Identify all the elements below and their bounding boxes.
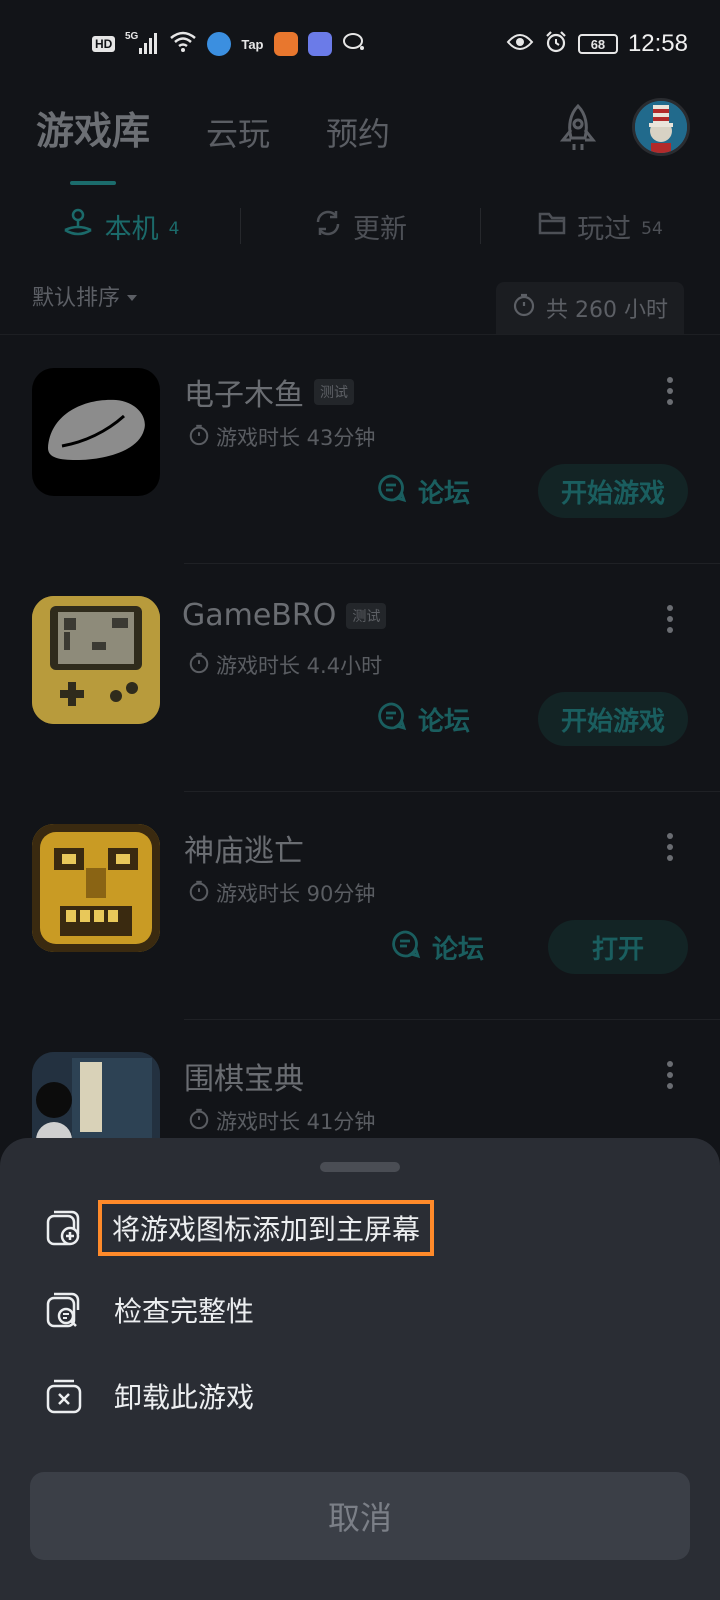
sheet-handle[interactable]	[320, 1162, 400, 1172]
add-to-home-icon	[44, 1208, 84, 1248]
sort-label: 默认排序	[32, 286, 121, 311]
game-title: 围棋宝典	[184, 1054, 304, 1098]
more-options-icon[interactable]	[662, 1058, 678, 1092]
cancel-button[interactable]: 取消	[30, 1472, 690, 1560]
more-options-icon[interactable]	[662, 602, 678, 636]
joystick-icon	[61, 206, 95, 247]
game-name: 电子木鱼	[184, 378, 304, 413]
app-icon-blue	[207, 32, 232, 56]
game-title: GameBRO 测试	[182, 598, 387, 633]
app-icon-orange	[273, 32, 298, 56]
battery-icon: 68	[577, 34, 618, 54]
game-icon-wooden-fish[interactable]	[32, 368, 160, 496]
beta-tag: 测试	[314, 379, 354, 405]
game-name: 围棋宝典	[184, 1062, 304, 1097]
option-label: 检查完整性	[114, 1295, 255, 1328]
status-right: 68 12:58	[506, 30, 688, 58]
refresh-icon	[313, 208, 343, 245]
game-title: 电子木鱼 测试	[184, 370, 354, 414]
forum-label: 论坛	[418, 706, 471, 737]
tab-reservations[interactable]: 预约	[326, 109, 390, 155]
start-game-button[interactable]: 开始游戏	[538, 692, 688, 746]
check-integrity-option[interactable]: 检查完整性	[44, 1278, 644, 1342]
tab-game-library[interactable]: 游戏库	[36, 100, 150, 185]
game-title: 神庙逃亡	[184, 826, 304, 870]
playtime-text: 游戏时长 41分钟	[216, 1110, 376, 1134]
total-playtime-label: 共 260 小时	[546, 298, 668, 323]
beta-tag: 测试	[346, 602, 387, 629]
game-playtime: 游戏时长 43分钟	[188, 422, 375, 452]
network-label: 5G	[125, 31, 139, 42]
playtime-text: 游戏时长 4.4小时	[216, 654, 383, 678]
tap-app-icon: Tap	[241, 36, 264, 52]
forum-button[interactable]: 论坛	[376, 464, 470, 518]
forum-icon	[390, 928, 422, 967]
playtime-text: 游戏时长 90分钟	[216, 882, 376, 906]
game-playtime: 游戏时长 4.4小时	[188, 650, 382, 680]
forum-button[interactable]: 论坛	[390, 920, 484, 974]
sub-tab-updates[interactable]: 更新	[240, 196, 480, 256]
avatar[interactable]	[632, 98, 690, 156]
alarm-icon	[544, 30, 568, 58]
timer-icon	[188, 652, 210, 679]
option-label: 将游戏图标添加到主屏幕	[98, 1200, 435, 1256]
forum-icon	[376, 472, 408, 511]
timer-icon	[188, 880, 210, 907]
chat-icon	[342, 31, 366, 57]
game-name: GameBRO	[182, 598, 337, 633]
game-icon-gamebro[interactable]	[32, 596, 160, 724]
forum-button[interactable]: 论坛	[376, 692, 470, 746]
forum-label: 论坛	[418, 478, 471, 509]
tab-cloud-play[interactable]: 云玩	[206, 109, 270, 155]
clock-time: 12:58	[627, 30, 688, 57]
signal-icon: 5G	[125, 30, 159, 59]
rocket-icon[interactable]	[550, 100, 606, 156]
sub-tab-label: 本机	[104, 213, 159, 245]
option-label: 卸载此游戏	[114, 1381, 255, 1414]
uninstall-option[interactable]: 卸载此游戏	[44, 1364, 644, 1428]
sub-tabs: 本机 4 更新 玩过 54	[0, 196, 720, 256]
timer-icon	[188, 424, 210, 451]
divider	[0, 334, 720, 335]
game-icon-temple-run[interactable]	[32, 824, 160, 952]
game-item: 神庙逃亡 游戏时长 90分钟 论坛 打开	[0, 792, 720, 1020]
add-to-home-screen-option[interactable]: 将游戏图标添加到主屏幕	[44, 1196, 644, 1260]
check-integrity-icon	[44, 1290, 84, 1330]
music-app-icon	[307, 32, 332, 56]
game-playtime: 游戏时长 41分钟	[188, 1106, 375, 1136]
hd-icon: HD	[92, 36, 116, 52]
playtime-text: 游戏时长 43分钟	[216, 426, 376, 450]
sub-tab-count: 4	[168, 219, 180, 239]
wifi-icon	[169, 30, 197, 58]
eye-icon	[506, 32, 534, 56]
caret-down-icon	[126, 284, 138, 309]
sub-tab-label: 更新	[353, 213, 407, 245]
status-bar: HD 5G Tap 68 12:58	[0, 0, 720, 88]
game-item: GameBRO 测试 游戏时长 4.4小时 论坛 开始游戏	[0, 564, 720, 792]
sub-tab-local[interactable]: 本机 4	[0, 196, 240, 256]
game-name: 神庙逃亡	[184, 834, 304, 869]
game-item: 电子木鱼 测试 游戏时长 43分钟 论坛 开始游戏	[0, 336, 720, 564]
folder-icon	[537, 209, 567, 244]
open-button[interactable]: 打开	[548, 920, 688, 974]
sub-tab-label: 玩过	[577, 213, 632, 245]
start-game-button[interactable]: 开始游戏	[538, 464, 688, 518]
status-left: HD 5G Tap	[92, 30, 366, 59]
forum-icon	[376, 700, 408, 739]
sort-dropdown[interactable]: 默认排序	[32, 280, 138, 312]
sub-tab-played[interactable]: 玩过 54	[480, 196, 720, 256]
forum-label: 论坛	[432, 934, 485, 965]
game-playtime: 游戏时长 90分钟	[188, 878, 375, 908]
sub-tab-count: 54	[641, 219, 663, 239]
top-tabs: 游戏库 云玩 预约	[36, 100, 390, 185]
more-options-icon[interactable]	[662, 830, 678, 864]
total-playtime: 共 260 小时	[496, 282, 684, 334]
timer-icon	[188, 1108, 210, 1135]
more-options-icon[interactable]	[662, 374, 678, 408]
bottom-sheet: 将游戏图标添加到主屏幕 检查完整性 卸载此游戏 取消	[0, 1138, 720, 1600]
uninstall-icon	[44, 1376, 84, 1416]
timer-icon	[512, 293, 536, 323]
